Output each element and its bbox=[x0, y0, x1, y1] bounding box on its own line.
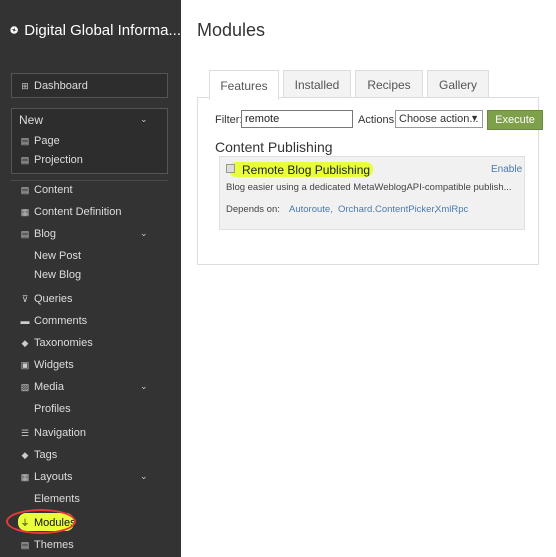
sidebar-item-new-post[interactable]: New Post bbox=[34, 250, 81, 262]
sidebar-item-media[interactable]: ▨ Media bbox=[20, 381, 64, 393]
widgets-icon: ▣ bbox=[20, 359, 30, 370]
sidebar-item-dashboard[interactable]: ⊞ Dashboard bbox=[20, 80, 88, 92]
sidebar-item-label: Themes bbox=[34, 539, 74, 551]
sidebar-item-label: Content bbox=[34, 184, 73, 196]
sidebar-item-content-definition[interactable]: ▦ Content Definition bbox=[20, 206, 122, 218]
sidebar-item-layouts[interactable]: ▦ Layouts bbox=[20, 471, 73, 483]
content-icon: ▤ bbox=[20, 184, 30, 195]
sidebar-item-elements[interactable]: Elements bbox=[34, 493, 80, 505]
sidebar-item-label: Blog bbox=[34, 228, 57, 240]
dependency-link[interactable]: Autoroute, bbox=[289, 204, 333, 215]
sidebar-item-label: Page bbox=[34, 135, 60, 147]
chevron-down-icon[interactable]: ⌄ bbox=[140, 114, 148, 125]
dashboard-icon: ⊞ bbox=[21, 80, 29, 91]
sidebar-item-label: Dashboard bbox=[34, 80, 88, 92]
layouts-icon: ▦ bbox=[20, 471, 30, 482]
actions-label: Actions: bbox=[358, 114, 398, 126]
divider bbox=[11, 180, 168, 181]
chevron-down-icon[interactable]: ⌄ bbox=[140, 471, 148, 482]
dependency-link[interactable]: Orchard.ContentPicker, bbox=[338, 204, 437, 215]
filter-input[interactable] bbox=[241, 110, 353, 128]
brand[interactable]: Digital Global Informa... bbox=[0, 0, 181, 60]
sidebar-item-label: Taxonomies bbox=[34, 337, 93, 349]
tab-installed[interactable]: Installed bbox=[283, 70, 351, 98]
sidebar-item-projection[interactable]: ▤ Projection bbox=[20, 154, 83, 166]
sidebar-item-label: Projection bbox=[34, 154, 83, 166]
projection-icon: ▤ bbox=[20, 154, 30, 165]
sidebar-item-navigation[interactable]: ☰ Navigation bbox=[20, 427, 86, 439]
list-icon: ☰ bbox=[20, 427, 30, 438]
blog-icon: ▤ bbox=[20, 228, 30, 239]
orchard-logo-icon bbox=[10, 26, 18, 34]
sidebar-item-page[interactable]: ▤ Page bbox=[20, 135, 60, 147]
tab-recipes[interactable]: Recipes bbox=[355, 70, 423, 98]
sidebar-item-taxonomies[interactable]: ◆ Taxonomies bbox=[20, 337, 93, 349]
modules-annotation-circle bbox=[6, 509, 76, 534]
module-icon bbox=[226, 164, 235, 173]
depends-label: Depends on: bbox=[226, 204, 280, 215]
sidebar-item-label: Media bbox=[34, 381, 64, 393]
sidebar-item-label: New bbox=[19, 113, 44, 127]
sidebar-item-queries[interactable]: ⊽ Queries bbox=[20, 293, 73, 305]
sidebar-item-new[interactable]: New bbox=[19, 113, 43, 127]
page-title: Modules bbox=[197, 20, 266, 40]
tag-icon: ◆ bbox=[21, 449, 29, 460]
sidebar-item-tags[interactable]: ◆ Tags bbox=[20, 449, 58, 461]
execute-button[interactable]: Execute bbox=[487, 110, 543, 130]
module-description: Blog easier using a dedicated MetaWeblog… bbox=[226, 182, 512, 193]
sidebar-item-label: Navigation bbox=[34, 427, 86, 439]
actions-selected: Choose action... bbox=[399, 113, 479, 125]
sidebar-item-label: Tags bbox=[34, 449, 58, 461]
sidebar-item-blog[interactable]: ▤ Blog bbox=[20, 228, 56, 240]
dependency-link[interactable]: XmlRpc bbox=[435, 204, 468, 215]
comments-icon: ▬ bbox=[20, 316, 30, 326]
sidebar-item-content[interactable]: ▤ Content bbox=[20, 184, 73, 196]
content-definition-icon: ▦ bbox=[20, 206, 30, 217]
chevron-down-icon[interactable]: ⌄ bbox=[140, 228, 148, 239]
sidebar-item-label: Layouts bbox=[34, 471, 73, 483]
sidebar: Digital Global Informa... ⊞ Dashboard Ne… bbox=[0, 0, 181, 557]
dropdown-arrow-icon: ▼ bbox=[470, 113, 479, 123]
image-icon: ▨ bbox=[20, 381, 30, 392]
sidebar-item-label: Queries bbox=[34, 293, 73, 305]
sidebar-item-new-blog[interactable]: New Blog bbox=[34, 269, 81, 281]
sidebar-item-themes[interactable]: ▤ Themes bbox=[20, 539, 74, 551]
sidebar-item-widgets[interactable]: ▣ Widgets bbox=[20, 359, 74, 371]
tab-gallery[interactable]: Gallery bbox=[427, 70, 489, 98]
tab-features[interactable]: Features bbox=[209, 70, 279, 100]
filter-label: Filter: bbox=[215, 114, 243, 126]
enable-link[interactable]: Enable bbox=[491, 164, 522, 175]
filter-icon: ⊽ bbox=[21, 293, 29, 304]
sidebar-item-label: Widgets bbox=[34, 359, 74, 371]
actions-select[interactable]: Choose action... ▼ bbox=[395, 110, 483, 128]
sidebar-item-comments[interactable]: ▬ Comments bbox=[20, 315, 88, 327]
chevron-down-icon[interactable]: ⌄ bbox=[140, 381, 148, 392]
sidebar-item-profiles[interactable]: Profiles bbox=[34, 403, 71, 415]
brand-title: Digital Global Informa... bbox=[24, 21, 181, 39]
module-name: Remote Blog Publishing bbox=[242, 163, 371, 177]
page-icon: ▤ bbox=[20, 135, 30, 146]
sidebar-item-label: Comments bbox=[34, 315, 88, 327]
section-heading: Content Publishing bbox=[215, 139, 333, 155]
themes-icon: ▤ bbox=[20, 539, 30, 550]
tag-icon: ◆ bbox=[21, 337, 29, 348]
sidebar-item-label: Content Definition bbox=[34, 206, 122, 218]
